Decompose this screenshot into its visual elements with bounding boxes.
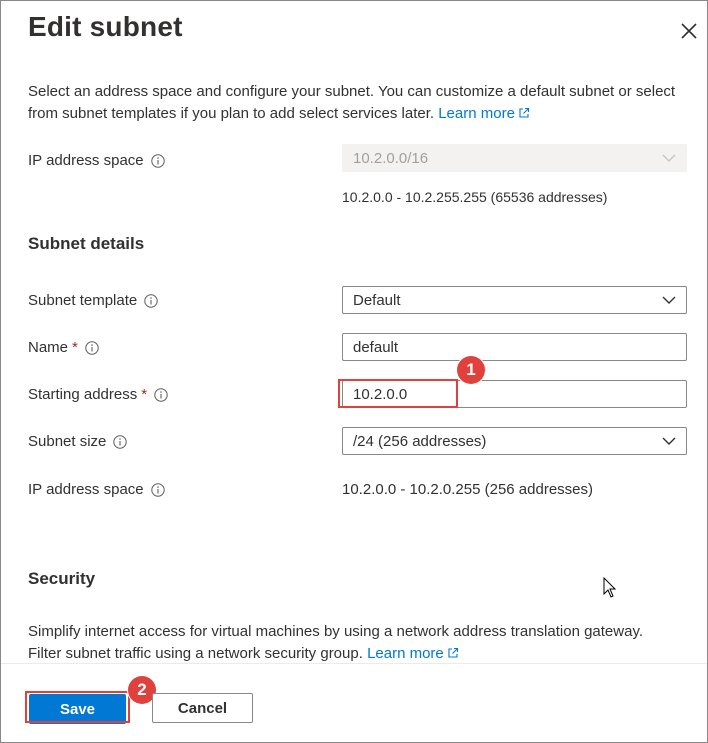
info-icon[interactable] — [154, 387, 168, 402]
info-icon[interactable] — [150, 482, 165, 497]
subnet-template-label: Subnet template — [28, 292, 158, 309]
external-link-icon — [448, 647, 458, 658]
step1-highlight — [338, 379, 458, 408]
chevron-down-icon — [662, 296, 676, 304]
step2-highlight — [25, 691, 130, 723]
subnet-ip-space-value: 10.2.0.0 - 10.2.0.255 (256 addresses) — [342, 481, 594, 498]
required-indicator: * — [141, 386, 148, 403]
security-description: Simplify internet access for virtual mac… — [28, 621, 678, 665]
name-input[interactable]: default — [342, 333, 687, 361]
cancel-button[interactable]: Cancel — [152, 693, 253, 723]
subnet-size-label: Subnet size — [28, 433, 128, 450]
edit-subnet-panel: Edit subnet Select an address space and … — [0, 0, 708, 743]
close-icon[interactable] — [677, 19, 701, 43]
subnet-details-heading: Subnet details — [28, 234, 145, 253]
subnet-ip-space-label: IP address space — [28, 481, 165, 498]
address-space-label: IP address space — [28, 152, 165, 169]
step1-badge: 1 — [457, 356, 485, 384]
info-icon[interactable] — [85, 340, 99, 355]
address-space-range: 10.2.0.0 - 10.2.255.255 (65536 addresses… — [342, 189, 608, 205]
subnet-template-dropdown[interactable]: Default — [342, 286, 687, 314]
info-icon[interactable] — [150, 153, 165, 168]
chevron-down-icon — [662, 437, 676, 445]
panel-description: Select an address space and configure yo… — [28, 81, 678, 125]
name-label: Name * — [28, 339, 99, 356]
starting-address-label: Starting address * — [28, 386, 168, 403]
security-learn-more-link[interactable]: Learn more — [367, 645, 459, 662]
panel-title: Edit subnet — [28, 11, 183, 42]
info-icon[interactable] — [113, 434, 128, 449]
info-icon[interactable] — [144, 293, 158, 308]
address-space-dropdown: 10.2.0.0/16 — [342, 144, 687, 172]
subnet-size-dropdown[interactable]: /24 (256 addresses) — [342, 427, 687, 455]
external-link-icon — [519, 107, 529, 118]
chevron-down-icon — [662, 154, 676, 162]
security-heading: Security — [28, 569, 96, 588]
required-indicator: * — [72, 339, 78, 356]
learn-more-link[interactable]: Learn more — [438, 105, 530, 122]
footer-divider — [1, 663, 707, 664]
security-description-text: Simplify internet access for virtual mac… — [28, 623, 644, 662]
mouse-cursor-icon — [603, 577, 617, 598]
panel-description-text: Select an address space and configure yo… — [28, 83, 676, 122]
